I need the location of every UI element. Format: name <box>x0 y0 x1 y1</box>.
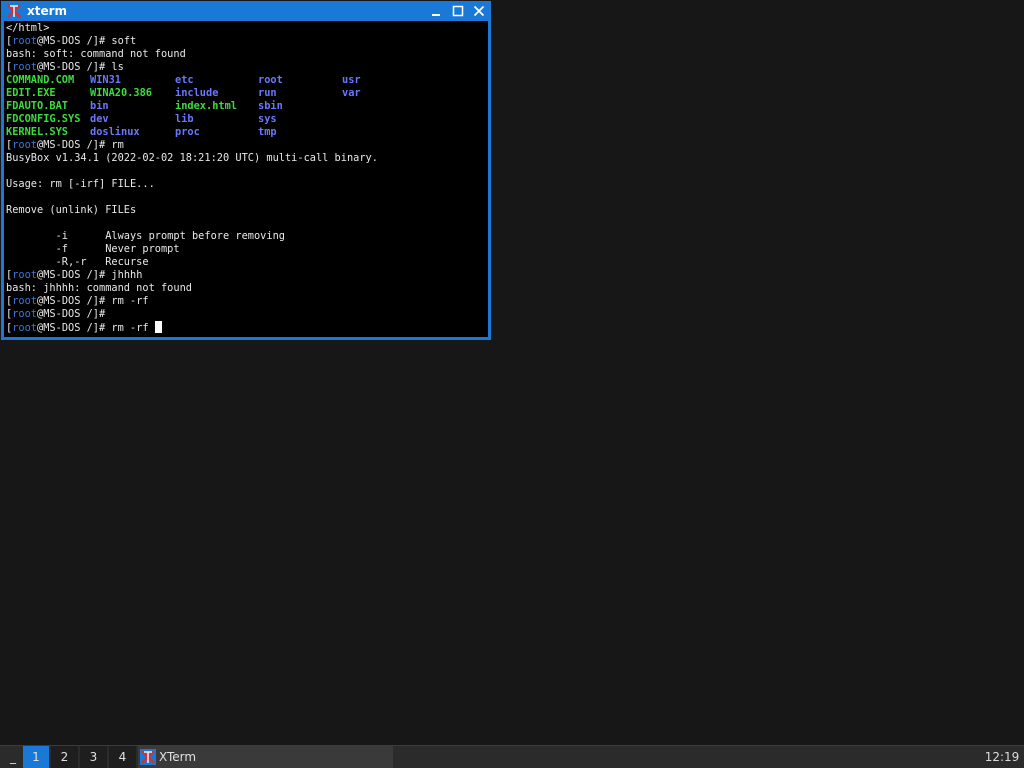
command-text: jhhhh <box>111 269 143 281</box>
ls-entry-dir: include <box>175 87 219 99</box>
workspace-2-button[interactable]: 2 <box>51 746 78 768</box>
show-desktop-button[interactable]: _ <box>4 746 22 768</box>
xterm-x-icon <box>6 3 22 19</box>
ls-entry-dir: dev <box>90 113 109 125</box>
ls-entry-dir: sys <box>258 113 277 125</box>
prompt-host: @MS-DOS /]# <box>37 139 112 151</box>
window-title: xterm <box>27 4 68 18</box>
close-icon[interactable] <box>472 4 486 18</box>
ls-entry-dir: run <box>258 87 277 99</box>
prompt-host: @MS-DOS /]# <box>37 269 112 281</box>
ls-entry-dir: usr <box>342 74 361 86</box>
task-label: XTerm <box>159 750 197 764</box>
output-line: BusyBox v1.34.1 (2022-02-02 18:21:20 UTC… <box>6 152 378 164</box>
command-text: rm <box>111 139 124 151</box>
prompt-line: [root@MS-DOS /]# rm -rf <box>6 321 162 334</box>
prompt-user: root <box>12 35 38 47</box>
prompt-host: @MS-DOS /]# <box>37 308 112 320</box>
prompt-line: [root@MS-DOS /]# rm -rf <box>6 295 149 308</box>
task-xterm-button[interactable]: XTerm <box>138 746 393 768</box>
output-line: -i Always prompt before removing <box>6 230 285 242</box>
prompt-host: @MS-DOS /]# <box>37 35 112 47</box>
clock: 12:19 <box>984 750 1020 764</box>
prompt-host: @MS-DOS /]# <box>37 322 112 334</box>
output-line: bash: jhhhh: command not found <box>6 282 192 294</box>
prompt-host: @MS-DOS /]# <box>37 295 112 307</box>
prompt-line: [root@MS-DOS /]# ls <box>6 61 124 74</box>
ls-entry-dir: doslinux <box>90 126 140 138</box>
xterm-window[interactable]: xterm </html> [root@MS-DOS /]# soft bash: … <box>1 1 491 340</box>
ls-entry-exe: KERNEL.SYS <box>6 126 68 138</box>
prompt-line: [root@MS-DOS /]# <box>6 308 111 321</box>
xterm-x-icon <box>140 749 156 765</box>
ls-entry-exe: FDCONFIG.SYS <box>6 113 81 125</box>
prompt-line: [root@MS-DOS /]# soft <box>6 35 136 48</box>
output-line: Remove (unlink) FILEs <box>6 204 137 216</box>
prompt-user: root <box>12 308 38 320</box>
ls-entry-exe: index.html <box>175 100 237 112</box>
prompt-line: [root@MS-DOS /]# rm <box>6 139 124 152</box>
command-text: rm -rf <box>111 322 155 334</box>
terminal-area[interactable]: </html> [root@MS-DOS /]# soft bash: soft: … <box>4 21 488 337</box>
ls-entry-dir: etc <box>175 74 194 86</box>
ls-entry-dir: tmp <box>258 126 277 138</box>
ls-entry-dir: lib <box>175 113 194 125</box>
prompt-user: root <box>12 139 38 151</box>
output-line: bash: soft: command not found <box>6 48 186 60</box>
command-text: ls <box>111 61 124 73</box>
workspace-4-button[interactable]: 4 <box>109 746 136 768</box>
ls-entry-exe: COMMAND.COM <box>6 74 75 86</box>
command-text: rm -rf <box>111 295 149 307</box>
output-line: -f Never prompt <box>6 243 180 255</box>
text-cursor <box>154 321 162 333</box>
ls-entry-dir: root <box>258 74 283 86</box>
output-line: -R,-r Recurse <box>6 256 149 268</box>
workspace-1-button[interactable]: 1 <box>23 746 49 768</box>
prompt-host: @MS-DOS /]# <box>37 61 112 73</box>
minimize-icon[interactable] <box>429 4 443 18</box>
maximize-icon[interactable] <box>451 4 465 18</box>
ls-entry-exe: WINA20.386 <box>90 87 152 99</box>
taskbar: _ 1 2 3 4 XTerm 12:19 <box>0 745 1024 768</box>
window-titlebar[interactable]: xterm <box>1 1 491 21</box>
prompt-user: root <box>12 269 38 281</box>
ls-entry-exe: FDAUTO.BAT <box>6 100 68 112</box>
prompt-user: root <box>12 322 38 334</box>
ls-entry-exe: EDIT.EXE <box>6 87 56 99</box>
command-text: soft <box>111 35 137 47</box>
output-line: </html> <box>6 22 50 34</box>
ls-entry-dir: var <box>342 87 361 99</box>
prompt-user: root <box>12 295 38 307</box>
prompt-line: [root@MS-DOS /]# jhhhh <box>6 269 142 282</box>
ls-entry-dir: sbin <box>258 100 283 112</box>
output-line: Usage: rm [-irf] FILE... <box>6 178 155 190</box>
prompt-user: root <box>12 61 38 73</box>
workspace-3-button[interactable]: 3 <box>80 746 107 768</box>
ls-entry-dir: bin <box>90 100 109 112</box>
ls-entry-dir: WIN31 <box>90 74 121 86</box>
ls-entry-dir: proc <box>175 126 200 138</box>
